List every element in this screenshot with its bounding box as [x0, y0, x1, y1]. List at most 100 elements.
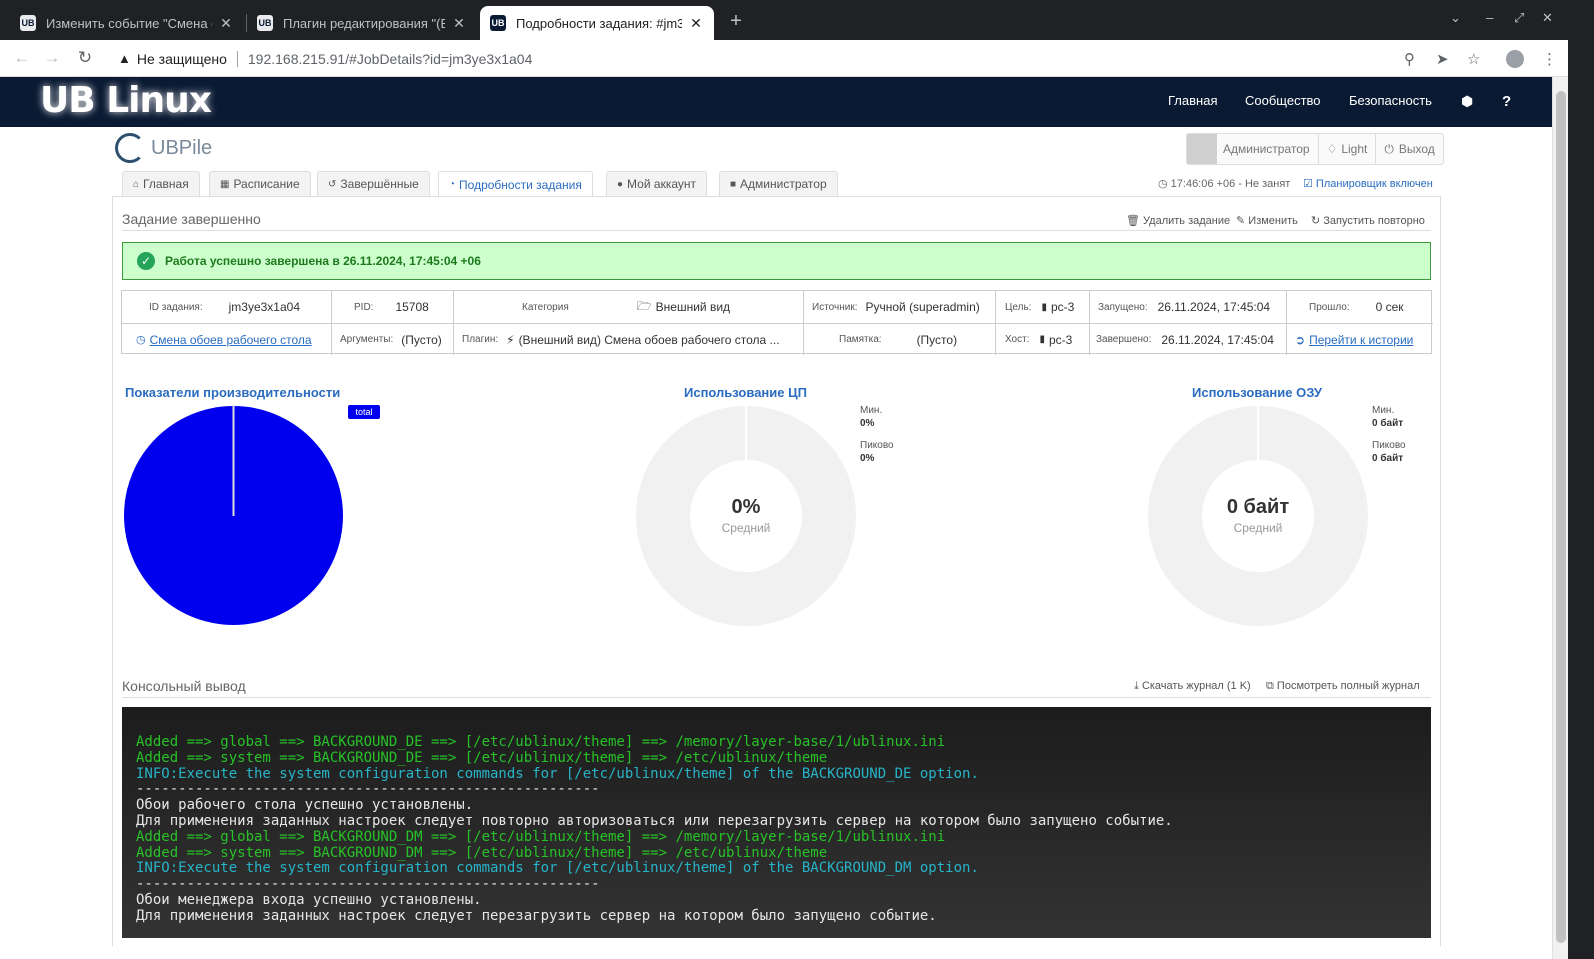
nav-home[interactable]: Главная — [1168, 93, 1217, 108]
started-cell: Запущено: 26.11.2024, 17:45:04 — [1090, 291, 1287, 323]
target-label: Цель: — [1005, 301, 1032, 313]
restore-icon[interactable]: ⤢ — [1514, 10, 1524, 26]
source-cell: Источник: Ручной (superadmin) — [804, 291, 996, 323]
close-tab-icon[interactable]: ✕ — [451, 15, 467, 32]
ublinux-favicon-icon: UB — [490, 15, 506, 31]
cpu-min-label: Мин. — [860, 405, 883, 416]
console-line: Для применения заданных настроек следует… — [136, 907, 937, 924]
calendar-icon: ▦ — [220, 178, 230, 190]
logout-button[interactable]: ⏻ Выход — [1375, 134, 1442, 164]
browser-tab-plugin-edit[interactable]: UB Плагин редактирования "(Внешний ✕ — [247, 6, 477, 40]
browser-tab-edit-event[interactable]: UB Изменить событие "Смена обоев ✕ — [10, 6, 244, 40]
job-id-value: jm3ye3x1a04 — [228, 300, 301, 314]
tab-schedule[interactable]: ▦ Расписание — [209, 171, 311, 196]
home-icon: ⌂ — [133, 178, 140, 190]
scheduler-toggle[interactable]: ☑ Планировщик включен — [1303, 177, 1433, 190]
rerun-label: Запустить повторно — [1323, 215, 1425, 227]
console-line: Added ==> system ==> BACKGROUND_DM ==> [… — [136, 844, 828, 861]
close-window-icon[interactable]: ✕ — [1542, 10, 1553, 26]
theme-label: Light — [1341, 142, 1368, 156]
ram-peak-value: 0 байт — [1372, 453, 1404, 464]
download-log-button[interactable]: ⤓ Скачать журнал (1 K) — [1134, 680, 1251, 693]
close-tab-icon[interactable]: ✕ — [688, 15, 704, 32]
back-icon[interactable]: ← — [12, 48, 32, 68]
help-icon[interactable]: ? — [1502, 93, 1511, 110]
console-line: INFO:Execute the system configuration co… — [136, 765, 979, 782]
ram-avg-value: 0 байт — [1226, 496, 1290, 518]
scrollbar-thumb[interactable] — [1556, 91, 1566, 943]
target-value: pc-3 — [1050, 300, 1075, 314]
history-link[interactable]: Перейти к истории — [1309, 333, 1413, 347]
address-bar: ← → ↻ ▲ Не защищено 192.168.215.91/#JobD… — [0, 40, 1568, 77]
pid-value: 15708 — [395, 300, 429, 314]
page-scrollbar[interactable] — [1552, 77, 1568, 959]
event-link[interactable]: Смена обоев рабочего стола — [150, 333, 312, 347]
tab-admin[interactable]: ■ Администратор — [719, 171, 838, 196]
new-tab-button[interactable]: + — [726, 10, 746, 33]
view-full-log-button[interactable]: ⧉ Посмотреть полный журнал — [1266, 680, 1420, 693]
tab-job-details[interactable]: ◔ Подробности задания — [438, 171, 593, 197]
user-icon: ● — [617, 178, 624, 190]
cube-icon[interactable]: ⬢ — [1461, 93, 1473, 110]
target-cell: Цель: ▮ pc-3 — [996, 291, 1090, 323]
console-line: Added ==> global ==> BACKGROUND_DM ==> [… — [136, 828, 946, 845]
warning-icon: ▲ — [118, 51, 131, 66]
tab-my-account[interactable]: ● Мой аккаунт — [606, 171, 707, 196]
reload-icon[interactable]: ↻ — [75, 48, 95, 68]
tab-label: Подробности задания — [459, 177, 582, 192]
profile-icon[interactable] — [1506, 50, 1524, 68]
ublinux-logo[interactable]: UB Linux — [40, 80, 212, 121]
tab-title: Плагин редактирования "(Внешний — [283, 15, 445, 31]
tab-label: Завершённые — [340, 177, 419, 191]
minimize-icon[interactable]: – — [1486, 10, 1493, 25]
ram-peak-label: Пиково — [1372, 440, 1406, 451]
cpu-avg-label: Средний — [721, 521, 771, 535]
zoom-icon[interactable]: ⚲ — [1404, 50, 1415, 68]
ubpile-logo[interactable]: UBPile — [115, 133, 212, 163]
rerun-job-button[interactable]: ↻ Запустить повторно — [1311, 214, 1425, 227]
status-time: ◷ 17:46:06 +06 - Не занят — [1158, 177, 1290, 190]
ublinux-favicon-icon: UB — [20, 15, 36, 31]
download-icon: ⤓ — [1134, 680, 1139, 692]
browser-tab-job-details[interactable]: UB Подробности задания: #jm3ye3x1a04 ✕ — [480, 6, 714, 40]
console-line: Added ==> global ==> BACKGROUND_DE ==> [… — [136, 734, 946, 750]
url-text: 192.168.215.91/#JobDetails?id=jm3ye3x1a0… — [247, 50, 533, 67]
tab-search-icon[interactable]: ⌄ — [1450, 10, 1461, 26]
send-icon[interactable]: ➤ — [1436, 50, 1449, 68]
tab-home[interactable]: ⌂ Главная — [122, 171, 200, 196]
console-line: Для применения заданных настроек следует… — [136, 812, 1173, 829]
theme-toggle[interactable]: ♢ Light — [1317, 134, 1376, 164]
omnibox[interactable]: ▲ Не защищено 192.168.215.91/#JobDetails… — [108, 45, 1458, 72]
category-value: Внешний вид — [655, 300, 731, 314]
menu-dots-icon[interactable]: ⋮ — [1542, 50, 1557, 68]
delete-job-button[interactable]: 🗑 Удалить задание — [1126, 214, 1230, 227]
bookmark-star-icon[interactable]: ☆ — [1467, 50, 1480, 68]
host-value: pc-3 — [1049, 332, 1073, 347]
pie-chart-icon: ◔ — [449, 179, 456, 190]
check-circle-icon: ✓ — [137, 252, 155, 270]
elapsed-label: Прошло: — [1309, 301, 1350, 313]
edit-icon: ✎ — [1236, 215, 1246, 227]
finished-label: Завершено: — [1096, 334, 1152, 345]
nav-security[interactable]: Безопасность — [1349, 93, 1432, 108]
tab-completed[interactable]: ↺ Завершённые — [317, 171, 430, 196]
ram-min-stat: Мин. 0 байт — [1372, 404, 1403, 430]
checkbox-icon: ☑ — [1303, 178, 1316, 190]
edit-job-button[interactable]: ✎ Изменить — [1236, 214, 1298, 227]
console-output[interactable]: Added ==> global ==> BACKGROUND_DE ==> [… — [122, 707, 1431, 938]
started-value: 26.11.2024, 17:45:04 — [1157, 300, 1271, 314]
finished-cell: Завершено: 26.11.2024, 17:45:04 — [1090, 323, 1287, 355]
server-icon: ▮ — [1041, 301, 1047, 313]
tab-title: Подробности задания: #jm3ye3x1a04 — [516, 15, 682, 31]
cpu-peak-stat: Пиково 0% — [860, 439, 894, 465]
user-menu[interactable]: Администратор — [1187, 134, 1318, 164]
view-full-label: Посмотреть полный журнал — [1276, 680, 1420, 692]
event-link-cell: ◷ Смена обоев рабочего стола — [122, 323, 332, 355]
args-value: (Пусто) — [401, 332, 442, 347]
close-tab-icon[interactable]: ✕ — [218, 15, 234, 32]
console-line: Обои менеджера входа успешно установлены… — [136, 891, 482, 908]
security-label: Не защищено — [136, 50, 227, 67]
forward-icon[interactable]: → — [42, 48, 62, 68]
nav-community[interactable]: Сообщество — [1245, 93, 1321, 108]
args-cell: Аргументы: (Пусто) — [332, 323, 454, 355]
